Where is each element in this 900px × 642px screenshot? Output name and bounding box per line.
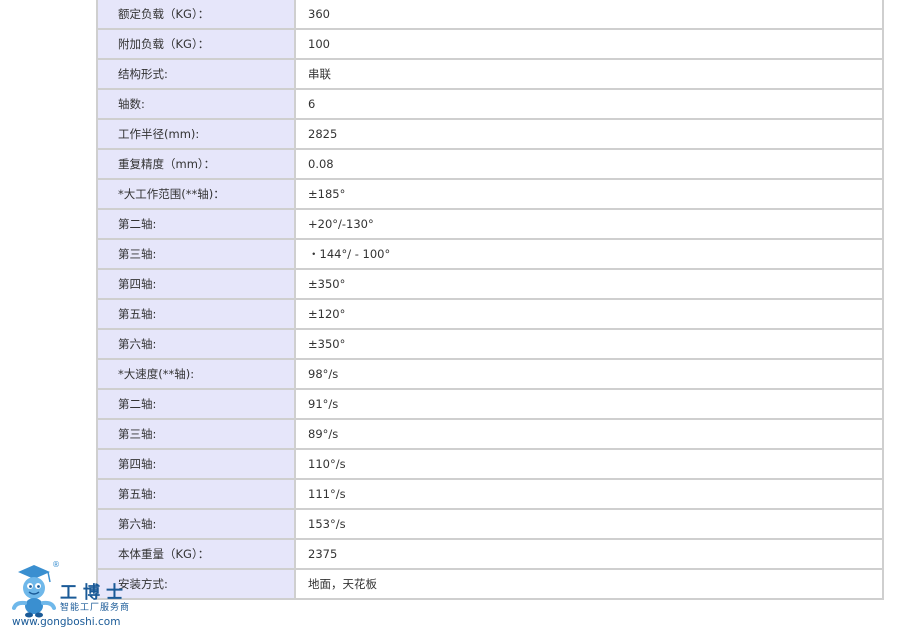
spec-label: 结构形式: — [98, 60, 296, 90]
spec-row: 结构形式: 串联 — [98, 60, 882, 90]
spec-value: 111°/s — [296, 480, 882, 510]
spec-label: 第三轴: — [98, 240, 296, 270]
spec-label: 第三轴: — [98, 420, 296, 450]
spec-value: ±185° — [296, 180, 882, 210]
spec-label: 第六轴: — [98, 510, 296, 540]
watermark-logo: ® 工博士 智能工厂服务商 www.gongboshi.com — [8, 560, 158, 640]
spec-row: 本体重量（KG）： 2375 — [98, 540, 882, 570]
spec-value: 100 — [296, 30, 882, 60]
spec-value: 2375 — [296, 540, 882, 570]
spec-label: 附加负载（KG）： — [98, 30, 296, 60]
spec-label: 额定负载（KG）： — [98, 0, 296, 30]
spec-label: 第六轴: — [98, 330, 296, 360]
spec-row: 工作半径(mm): 2825 — [98, 120, 882, 150]
spec-row: 第四轴: ±350° — [98, 270, 882, 300]
registered-mark: ® — [52, 560, 60, 569]
spec-value: 89°/s — [296, 420, 882, 450]
robot-mascot-icon — [12, 565, 56, 618]
spec-value: 6 — [296, 90, 882, 120]
spec-label: 第四轴: — [98, 450, 296, 480]
spec-row: 第五轴: 111°/s — [98, 480, 882, 510]
spec-table-body: 额定负载（KG）： 360 附加负载（KG）： 100 结构形式: 串联 轴数: 6 工作半径(… — [98, 0, 882, 598]
spec-label: 重复精度（mm）： — [98, 150, 296, 180]
spec-value: 98°/s — [296, 360, 882, 390]
spec-row: 第二轴: +20°/-130° — [98, 210, 882, 240]
spec-value: 2825 — [296, 120, 882, 150]
spec-page: 额定负载（KG）： 360 附加负载（KG）： 100 结构形式: 串联 轴数: 6 工作半径(… — [0, 0, 900, 642]
spec-row: *大工作范围(**轴)： ±185° — [98, 180, 882, 210]
spec-row: 第三轴: ・144°/ - 100° — [98, 240, 882, 270]
spec-label: *大工作范围(**轴)： — [98, 180, 296, 210]
spec-label: 第四轴: — [98, 270, 296, 300]
spec-value: ±350° — [296, 270, 882, 300]
spec-value: 110°/s — [296, 450, 882, 480]
brand-tagline: 智能工厂服务商 — [60, 603, 131, 613]
spec-row: *大速度(**轴): 98°/s — [98, 360, 882, 390]
spec-value: ・144°/ - 100° — [296, 240, 882, 270]
spec-row: 额定负载（KG）： 360 — [98, 0, 882, 30]
spec-row: 第二轴: 91°/s — [98, 390, 882, 420]
spec-table: 额定负载（KG）： 360 附加负载（KG）： 100 结构形式: 串联 轴数: 6 工作半径(… — [96, 0, 884, 600]
spec-label: 第二轴: — [98, 390, 296, 420]
spec-label: 工作半径(mm): — [98, 120, 296, 150]
spec-row: 第四轴: 110°/s — [98, 450, 882, 480]
spec-label: 第二轴: — [98, 210, 296, 240]
spec-row: 第六轴: 153°/s — [98, 510, 882, 540]
spec-value: ±120° — [296, 300, 882, 330]
spec-label: 第五轴: — [98, 300, 296, 330]
spec-value: 地面，天花板 — [296, 570, 882, 598]
spec-value: 串联 — [296, 60, 882, 90]
spec-label: *大速度(**轴): — [98, 360, 296, 390]
spec-row: 轴数: 6 — [98, 90, 882, 120]
spec-row: 第五轴: ±120° — [98, 300, 882, 330]
spec-value: 0.08 — [296, 150, 882, 180]
spec-row: 第六轴: ±350° — [98, 330, 882, 360]
spec-value: 91°/s — [296, 390, 882, 420]
spec-row: 安装方式: 地面，天花板 — [98, 570, 882, 598]
spec-row: 重复精度（mm）： 0.08 — [98, 150, 882, 180]
spec-value: 360 — [296, 0, 882, 30]
spec-label: 第五轴: — [98, 480, 296, 510]
spec-value: 153°/s — [296, 510, 882, 540]
spec-row: 第三轴: 89°/s — [98, 420, 882, 450]
spec-value: ±350° — [296, 330, 882, 360]
spec-label: 轴数: — [98, 90, 296, 120]
spec-row: 附加负载（KG）： 100 — [98, 30, 882, 60]
brand-site-url: www.gongboshi.com — [12, 616, 121, 628]
spec-value: +20°/-130° — [296, 210, 882, 240]
